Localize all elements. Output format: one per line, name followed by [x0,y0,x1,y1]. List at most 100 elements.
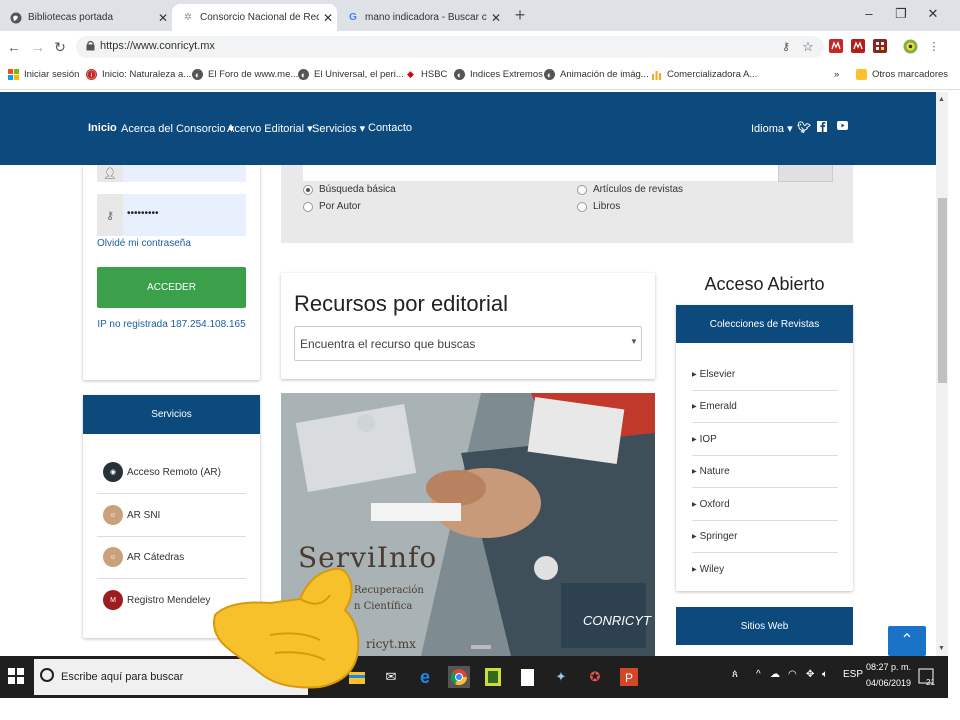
tab-close-icon[interactable]: ✕ [154,11,172,25]
radio-libros[interactable]: Libros [577,201,620,212]
app-icon[interactable]: ✪ [584,666,606,688]
publisher-springer[interactable]: ▶ Springer [692,520,838,553]
tab-close-icon[interactable]: ✕ [487,11,505,25]
bookmark-item[interactable]: ◐ El Universal, el peri... [298,69,404,80]
youtube-icon[interactable] [837,121,848,133]
scrollbar-thumb[interactable] [938,198,947,383]
bookmark-item[interactable]: ◐ Indices Extremos [454,69,543,80]
bookmark-item[interactable]: ◐ Animación de imág... [544,69,649,80]
search-button[interactable] [778,165,833,182]
new-tab-button[interactable]: + [510,5,530,25]
publisher-wiley[interactable]: ▶ Wiley [692,553,838,585]
back-arrow-icon[interactable]: ← [6,39,22,55]
wifi-icon[interactable]: ◠ [788,669,797,680]
radio-label: Libros [593,201,621,212]
menu-dots-icon[interactable]: ⋮ [926,39,942,55]
star-icon[interactable]: ☆ [800,39,816,55]
nav-inicio[interactable]: Inicio [88,122,117,134]
bookmark-item[interactable]: ◐ El Foro de www.me... [192,69,298,80]
publisher-iop[interactable]: ▶ IOP [692,423,838,456]
tab-bibliotecas[interactable]: Bibliotecas portada ✕ [0,4,172,31]
app-icon[interactable] [482,666,504,688]
document-icon[interactable] [516,666,538,688]
url-text[interactable]: https://www.conricyt.mx [100,40,215,52]
close-window-button[interactable]: ✕ [922,4,944,24]
publisher-elsevier[interactable]: ▶ Elsevier [692,358,838,391]
key-icon[interactable]: ⚷ [778,39,794,55]
scroll-down-arrow-icon[interactable]: ▼ [938,645,945,652]
conricyt-logo: CONRICYT [583,613,651,628]
forgot-password-link[interactable]: Olvidé mi contraseña [97,238,191,249]
bookmark-item[interactable]: Iniciar sesión [8,69,79,80]
radio-busqueda-basica[interactable]: Búsqueda básica [303,184,396,195]
forward-arrow-icon[interactable]: → [30,39,46,55]
radio-por-autor[interactable]: Por Autor [303,201,361,212]
nav-acerca[interactable]: Acerca del Consorcio ▾ [121,122,234,135]
folder-icon [856,69,867,80]
profile-avatar-icon[interactable] [902,39,918,55]
reload-icon[interactable]: ↻ [52,39,68,55]
publisher-label: Elsevier [699,368,736,380]
person-avatar-icon: ☺ [103,505,123,525]
notification-count: 21 [926,678,935,687]
onedrive-icon[interactable]: ☁ [770,669,780,680]
chart-icon [651,69,662,80]
nav-contacto[interactable]: Contacto [368,122,412,134]
tool-icon[interactable]: ✦ [550,666,572,688]
bookmark-item[interactable]: Comercializadora A... [651,69,757,80]
service-label: Registro Mendeley [127,594,211,606]
tab-google-search[interactable]: G mano indicadora - Buscar con G ✕ [337,4,505,31]
publisher-oxford[interactable]: ▶ Oxford [692,488,838,521]
clock-date[interactable]: 04/06/2019 [866,678,911,688]
caret-right-icon: ▶ [692,436,697,443]
minimize-button[interactable]: – [858,4,880,24]
radio-articulos[interactable]: Artículos de revistas [577,184,683,195]
other-bookmarks[interactable]: Otros marcadores [856,69,948,80]
chrome-icon[interactable] [448,666,470,688]
search-input[interactable] [303,165,778,181]
nav-servicios[interactable]: Servicios ▾ [312,122,365,135]
radio-selected-icon [303,184,313,195]
red-circle-icon: ⓘ [86,69,97,80]
servicios-heading: Servicios [83,395,260,434]
extension-red-icon[interactable] [828,39,844,55]
people-icon[interactable]: ጰ [732,669,738,680]
language-menu[interactable]: Idioma ▾ [751,122,793,135]
nav-acervo[interactable]: Acervo Editorial ▾ [227,122,313,135]
tray-chevron-icon[interactable]: ^ [756,669,761,680]
back-to-top-button[interactable]: ⌃ [888,626,926,656]
dropbox-icon[interactable]: ✥ [806,669,814,680]
extension-grid-icon[interactable] [872,39,888,55]
bookmarks-overflow[interactable]: » [834,69,839,80]
bookmark-label: Otros marcadores [872,69,949,80]
bookmark-item[interactable]: ⓘ Inicio: Naturaleza a... [86,69,191,80]
maximize-button[interactable]: ❐ [890,4,912,24]
recursos-select-value: Encuentra el recurso que buscas [300,337,476,351]
windows-start-icon[interactable] [8,668,24,684]
volume-icon[interactable]: 🔈︎ [822,669,828,680]
username-field[interactable] [123,165,246,182]
caret-right-icon: ▶ [692,566,697,573]
tab-conricyt[interactable]: ✲ Consorcio Nacional de Recursos ✕ [172,4,337,31]
key-icon: ⚷ [97,194,123,236]
clock-time[interactable]: 08:27 p. m. [866,662,911,672]
facebook-icon[interactable] [817,121,827,135]
publisher-nature[interactable]: ▶ Nature [692,455,838,488]
person-avatar-icon: ☺ [103,547,123,567]
tab-close-icon[interactable]: ✕ [319,11,337,25]
lock-icon[interactable] [86,40,96,52]
publisher-emerald[interactable]: ▶ Emerald [692,390,838,423]
powerpoint-icon[interactable]: P [618,666,640,688]
input-language[interactable]: ESP [843,669,863,680]
bookmark-item[interactable]: ◆ HSBC [405,69,447,80]
edge-icon[interactable]: e [414,666,436,688]
taskbar-search-placeholder: Escribe aquí para buscar [61,671,184,683]
service-acceso-remoto[interactable]: ◉ Acceso Remoto (AR) [97,451,246,494]
chevron-down-icon: ▼ [630,337,638,346]
service-ar-sni[interactable]: ☺ AR SNI [97,494,246,537]
extension-red-icon[interactable] [850,39,866,55]
access-button[interactable]: ACCEDER [97,267,246,308]
remote-access-avatar-icon: ◉ [103,462,123,482]
scroll-up-arrow-icon[interactable]: ▲ [938,96,945,103]
twitter-icon[interactable]: 🐦︎ [797,121,811,134]
